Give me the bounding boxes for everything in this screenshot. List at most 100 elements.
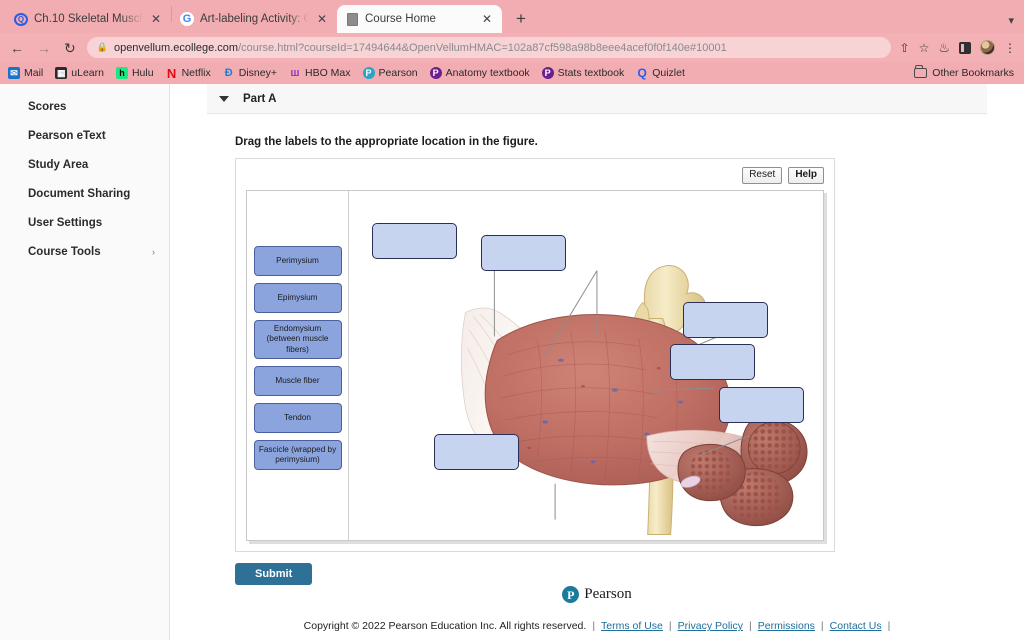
browser-toolbar: ← → ↻ 🔒 openvellum.ecollege.com/course.h… [0,33,1024,62]
bookmark-label: Pearson [378,67,418,79]
pearson-icon: P [362,67,375,79]
drag-label-epimysium[interactable]: Epimysium [253,283,342,313]
drag-label-muscle-fiber[interactable]: Muscle fiber [253,365,342,396]
submit-row: Submit [235,563,987,585]
hulu-icon: h [115,67,128,79]
tab-favicon-document-icon [345,12,359,26]
tab-close-icon[interactable]: ✕ [149,11,163,27]
bookmark-netflix[interactable]: N Netflix [166,66,211,81]
page-footer: P Pearson Copyright © 2022 Pearson Educa… [170,586,1024,640]
drag-label-perimysium[interactable]: Perimysium [253,246,342,276]
terms-of-use-link[interactable]: Terms of Use [601,620,663,632]
bookmark-pearson[interactable]: P Pearson [362,67,418,79]
url-path: /course.html?courseId=17494644&OpenVellu… [238,41,727,54]
drop-zone-right-lower[interactable] [719,387,804,423]
permissions-link[interactable]: Permissions [758,620,815,632]
tab-close-icon[interactable]: ✕ [315,11,329,27]
chrome-menu-icon[interactable]: ⋮ [1004,42,1016,54]
drag-label-tendon[interactable]: Tendon [253,402,342,433]
tab-close-icon[interactable]: ✕ [480,11,494,27]
sidebar-item-study-area[interactable]: Study Area [0,150,169,179]
bookmark-ulearn[interactable]: ▦ uLearn [55,67,104,79]
separator: | [749,620,752,632]
sidebar-item-label: User Settings [28,216,103,229]
sidebar-chevron-icon: › [152,246,155,257]
reset-button[interactable]: Reset [742,167,783,184]
separator: | [820,620,824,632]
bookmark-star-icon[interactable]: ☆ [919,42,930,54]
drag-label-fascicle[interactable]: Fascicle (wrapped by perimysium) [253,439,342,470]
separator: | [668,620,672,632]
collapse-caret-icon[interactable] [219,95,229,102]
pearson-wordmark: Pearson [584,586,632,602]
drop-zone-right-mid[interactable] [670,344,755,380]
bookmark-label: Netflix [181,67,211,79]
label-bank: Perimysium Epimysium Endomysium (between… [247,191,348,540]
profile-avatar-icon[interactable] [980,40,995,55]
drop-zone-top-mid[interactable] [481,235,566,271]
sidebar-item-scores[interactable]: Scores [0,92,169,121]
bookmark-hulu[interactable]: h Hulu [115,67,154,79]
bookmark-stats-textbook[interactable]: P Stats textbook [541,67,625,79]
url-text: openvellum.ecollege.com/course.html?cour… [114,42,727,54]
figure-canvas [348,191,823,540]
disney-icon: Đ [224,67,233,79]
sidebar-item-document-sharing[interactable]: Document Sharing [0,179,169,208]
drag-label-endomysium[interactable]: Endomysium (between muscle fibers) [253,320,342,359]
mail-icon: ✉ [8,67,20,79]
url-host: openvellum.ecollege.com [113,41,239,54]
side-panel-icon[interactable] [959,41,971,54]
quizlet-icon: Q [637,66,647,80]
address-bar[interactable]: 🔒 openvellum.ecollege.com/course.html?co… [86,37,891,58]
bookmarks-bar: ✉ Mail ▦ uLearn h Hulu N Netflix Đ Disne… [0,62,1024,84]
sidebar-item-label: Scores [28,100,67,113]
stats-textbook-icon: P [541,67,554,79]
forward-icon[interactable]: → [35,40,53,56]
sidebar-item-pearson-etext[interactable]: Pearson eText [0,121,169,150]
share-icon[interactable]: ⇧ [900,42,910,54]
browser-tab-1[interactable]: Q Ch.10 Skeletal Muscle Tissue F ✕ [6,5,171,33]
bookmark-hbomax[interactable]: ш HBO Max [289,67,350,79]
other-bookmarks-button[interactable]: Other Bookmarks [914,65,1014,79]
extensions-puzzle-icon[interactable]: ♨ [938,41,950,54]
submit-button[interactable]: Submit [235,563,313,585]
help-button[interactable]: Help [788,167,824,184]
sidebar-item-user-settings[interactable]: User Settings [0,208,169,237]
course-sidebar: Scores Pearson eText Study Area Document… [0,84,170,640]
bookmark-anatomy-textbook[interactable]: P Anatomy textbook [429,67,530,79]
drop-zone-top-left[interactable] [372,223,457,259]
lock-icon: 🔒 [96,42,108,52]
reload-icon[interactable]: ↻ [62,40,78,56]
back-icon[interactable]: ← [8,40,26,56]
part-a-header[interactable]: Part A [207,84,987,114]
activity-toolbar: Reset Help [246,167,824,184]
bookmark-label: Mail [24,67,44,79]
window-controls-chevron-icon[interactable]: ▾ [1008,14,1014,27]
browser-tab-2[interactable]: G Art-labeling Activity: Connecti ✕ [172,5,337,33]
tab-title: Course Home [365,13,436,25]
content-wrapper: Part A Drag the labels to the appropriat… [207,84,987,585]
figure-frame: Perimysium Epimysium Endomysium (between… [246,190,824,541]
bookmark-quizlet[interactable]: Q Quizlet [636,66,685,80]
toolbar-actions: ⇧ ☆ ♨ ⋮ [900,40,1016,55]
new-tab-button[interactable]: + [510,8,532,29]
bookmark-disney[interactable]: Đ Disney+ [223,67,277,79]
art-labeling-activity: Reset Help Perimysium Epimysium Endomysi… [235,158,835,552]
bookmark-mail[interactable]: ✉ Mail [8,67,43,79]
pearson-mark-icon: P [562,586,580,603]
sidebar-item-label: Course Tools [28,245,101,258]
tab-title: Art-labeling Activity: Connecti [200,13,309,25]
bookmark-label: uLearn [71,67,104,79]
main-content: Part A Drag the labels to the appropriat… [170,84,1024,640]
drop-zone-bottom[interactable] [434,434,519,470]
drop-zone-right-upper[interactable] [683,302,768,338]
bookmark-label: Quizlet [652,67,685,79]
tab-favicon-google-icon: G [180,12,194,26]
browser-tab-3-active[interactable]: Course Home ✕ [337,5,502,33]
sidebar-item-course-tools[interactable]: Course Tools › [0,237,169,266]
bookmark-label: Stats textbook [557,67,625,79]
privacy-policy-link[interactable]: Privacy Policy [678,620,743,632]
separator: | [887,620,891,632]
part-title: Part A [243,92,277,105]
contact-us-link[interactable]: Contact Us [830,620,882,632]
